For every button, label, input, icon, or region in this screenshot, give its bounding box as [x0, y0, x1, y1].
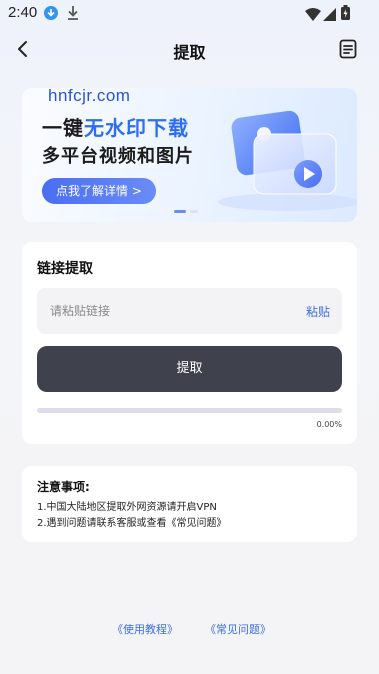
history-button[interactable]	[337, 38, 359, 60]
download-notification-icon	[44, 6, 58, 20]
card-title: 链接提取	[37, 261, 93, 277]
banner-subheadline: 多平台视频和图片	[42, 146, 194, 167]
media-illustration-icon	[218, 110, 357, 211]
notes-card: 注意事项: 1.中国大陆地区提取外网资源请开启VPN 2.遇到问题请联系客服或查…	[22, 466, 357, 542]
wifi-icon	[305, 6, 321, 25]
faq-link[interactable]: 《常见问题》	[205, 621, 271, 637]
pagination-dot	[190, 210, 198, 213]
banner-headline-highlight: 无水印下载	[84, 116, 189, 140]
link-input-wrapper: 粘贴	[37, 288, 342, 334]
extract-button[interactable]: 提取	[37, 346, 342, 392]
status-bar: 2:40	[0, 0, 379, 26]
document-list-icon	[339, 39, 357, 59]
status-time: 2:40	[8, 4, 38, 21]
banner-headline: 一键无水印下载	[42, 112, 189, 141]
progress-label: 0.00%	[316, 420, 342, 429]
page-title: 提取	[173, 43, 206, 62]
link-extract-card: 链接提取 粘贴 提取 0.00%	[22, 242, 357, 444]
notes-title: 注意事项:	[37, 480, 90, 494]
download-icon	[66, 5, 80, 25]
link-input[interactable]	[37, 288, 287, 334]
battery-icon	[341, 5, 350, 24]
progress-bar	[37, 408, 342, 413]
notes-line: 1.中国大陆地区提取外网资源请开启VPN	[37, 502, 217, 513]
notes-line: 2.遇到问题请联系客服或查看《常见问题》	[37, 518, 227, 529]
signal-icon	[323, 6, 336, 25]
pagination-dot-active	[174, 210, 186, 213]
tutorial-link[interactable]: 《使用教程》	[112, 621, 178, 637]
watermark-text: hnfcjr.com	[48, 86, 131, 105]
promo-banner[interactable]: 一键无水印下载 多平台视频和图片 点我了解详情 >	[22, 88, 357, 222]
app-screen: 2:40 提取 一键无水印下载 多平台视频和图片 点我了解详情 > 链接提取 请…	[0, 0, 379, 674]
learn-more-button[interactable]: 点我了解详情 >	[42, 178, 156, 204]
paste-button[interactable]: 粘贴	[306, 303, 330, 320]
banner-headline-prefix: 一键	[42, 116, 84, 140]
